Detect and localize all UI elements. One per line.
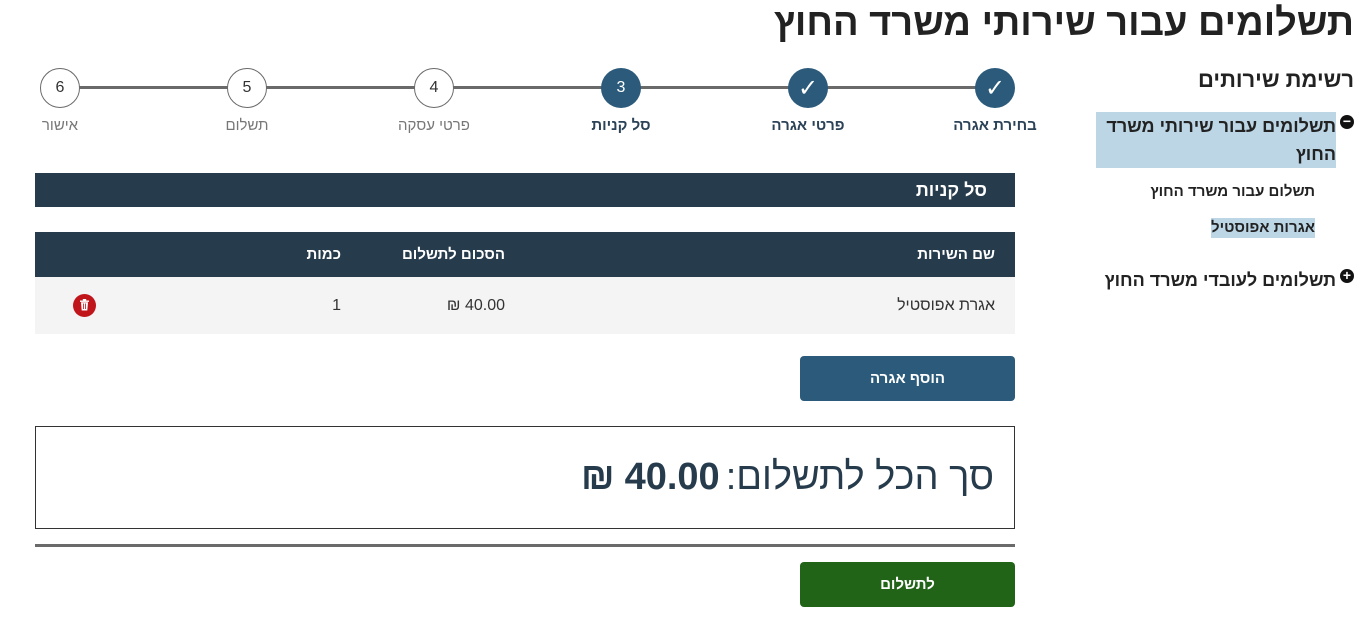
sidebar-item-foreign-ministry-payment[interactable]: תשלום עבור משרד החוץ <box>1150 182 1315 202</box>
step-4: 4 פרטי עסקה <box>374 68 494 136</box>
step-number: 5 <box>227 68 267 108</box>
cell-qty: 1 <box>332 297 341 314</box>
step-label: אישור <box>41 117 79 134</box>
checkmark-icon: ✓ <box>788 68 828 108</box>
sidebar-group-label[interactable]: תשלומים לעובדי משרד החוץ <box>1105 266 1336 294</box>
step-3: 3 סל קניות <box>561 68 681 136</box>
total-currency: ₪ <box>581 456 615 498</box>
total-summary: סך הכל לתשלום: 40.00 ₪ <box>35 426 1015 529</box>
sidebar-group-label[interactable]: תשלומים עבור שירותי משרד החוץ <box>1096 112 1336 168</box>
step-5: 5 תשלום <box>187 68 307 136</box>
checkmark-icon: ✓ <box>975 68 1015 108</box>
step-label: פרטי עסקה <box>398 117 470 134</box>
cart-table: שם השירות הסכום לתשלום כמות אגרת אפוסטיל… <box>35 232 1015 334</box>
sidebar-item-apostille-fees[interactable]: אגרות אפוסטיל <box>1211 218 1315 238</box>
table-header-row: שם השירות הסכום לתשלום כמות <box>35 232 1015 277</box>
table-row: אגרת אפוסטיל 40.00 ₪ 1 <box>35 277 1015 334</box>
step-6: 6 אישור <box>0 68 120 136</box>
step-label: בחירת אגרה <box>953 117 1037 134</box>
column-header-name: שם השירות <box>917 246 995 263</box>
step-1: ✓ בחירת אגרה <box>935 68 1055 136</box>
trash-icon[interactable] <box>73 294 96 317</box>
step-label: תשלום <box>225 117 269 134</box>
cart-section-header: סל קניות <box>35 173 1015 207</box>
sidebar-group-foreign-ministry-services[interactable]: − תשלומים עבור שירותי משרד החוץ <box>1082 112 1354 168</box>
step-number: 3 <box>601 68 641 108</box>
column-header-amount: הסכום לתשלום <box>402 246 505 263</box>
total-label: סך הכל לתשלום: <box>725 456 994 498</box>
step-label: סל קניות <box>591 117 651 134</box>
column-header-qty: כמות <box>306 246 341 263</box>
step-2: ✓ פרטי אגרה <box>748 68 868 136</box>
divider <box>35 544 1015 547</box>
add-fee-button[interactable]: הוסף אגרה <box>800 356 1015 401</box>
total-amount: 40.00 <box>624 456 720 498</box>
plus-circle-icon[interactable]: + <box>1340 268 1354 283</box>
sidebar-group-employee-payments[interactable]: + תשלומים לעובדי משרד החוץ <box>1082 266 1354 294</box>
cell-amount: 40.00 ₪ <box>446 297 505 314</box>
cell-service-name: אגרת אפוסטיל <box>897 297 995 314</box>
step-label: פרטי אגרה <box>771 117 845 134</box>
minus-circle-icon[interactable]: − <box>1340 114 1354 129</box>
page-title: תשלומים עבור שירותי משרד החוץ <box>773 2 1354 44</box>
pay-button[interactable]: לתשלום <box>800 562 1015 607</box>
sidebar-title: רשימת שירותים <box>1198 67 1354 92</box>
progress-stepper: ✓ בחירת אגרה ✓ פרטי אגרה 3 סל קניות 4 פר… <box>35 62 1037 142</box>
step-number: 4 <box>414 68 454 108</box>
step-number: 6 <box>40 68 80 108</box>
